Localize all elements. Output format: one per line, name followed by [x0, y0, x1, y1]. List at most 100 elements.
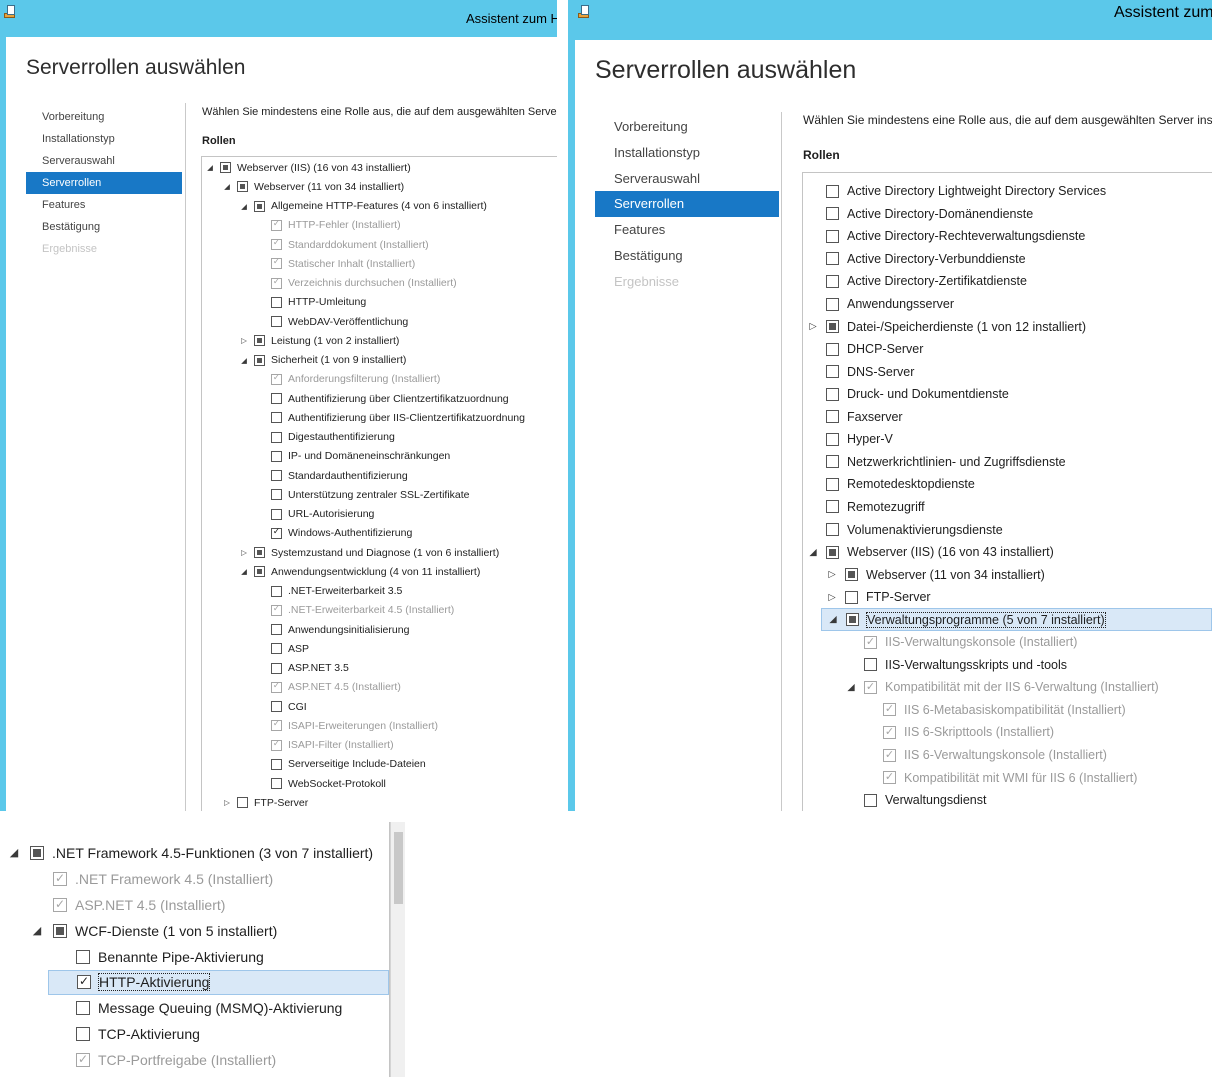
- tree-item-webserver-11-von-34-installiert[interactable]: ◢ Webserver (11 von 34 installiert): [221, 177, 404, 196]
- checkbox[interactable]: [826, 500, 839, 514]
- partial-checkbox-icon[interactable]: [254, 547, 265, 559]
- expanded-arrow-icon[interactable]: ◢: [29, 924, 45, 937]
- tree-item-kompatibilit-t-mit-wmi-f-r-iis-6-install[interactable]: Kompatibilität mit WMI für IIS 6 (Instal…: [863, 766, 1137, 789]
- checkbox[interactable]: [826, 365, 839, 379]
- collapsed-arrow-icon[interactable]: ▷: [221, 798, 233, 807]
- nav-item-serverrollen[interactable]: Serverrollen: [595, 191, 779, 217]
- checkbox[interactable]: [826, 432, 839, 446]
- tree-item-net-framework-4-5-installiert[interactable]: .NET Framework 4.5 (Installiert): [29, 866, 273, 892]
- tree-item-datei-speicherdienste-1-von-12-installie[interactable]: ▷ Datei-/Speicherdienste (1 von 12 instal…: [806, 315, 1086, 338]
- tree-item-dns-server[interactable]: DNS-Server: [806, 360, 914, 383]
- tree-item-anwendungsentwicklung-4-von-11-installie[interactable]: ◢ Anwendungsentwicklung (4 von 11 install…: [238, 562, 480, 581]
- tree-item-active-directory-zertifikatdienste[interactable]: Active Directory-Zertifikatdienste: [806, 270, 1027, 293]
- nav-item-features[interactable]: Features: [595, 217, 779, 243]
- tree-item-ftp-server[interactable]: ▷ FTP-Server: [825, 586, 930, 609]
- tree-item-windows-authentifizierung[interactable]: Windows-Authentifizierung: [255, 524, 412, 543]
- tree-item-digestauthentifizierung[interactable]: Digestauthentifizierung: [255, 428, 395, 447]
- tree-item-statischer-inhalt-installiert[interactable]: Statischer Inhalt (Installiert): [255, 254, 415, 273]
- expanded-arrow-icon[interactable]: ◢: [221, 182, 233, 191]
- tree-item-active-directory-rechteverwaltungsdienst[interactable]: Active Directory-Rechteverwaltungsdienst…: [806, 225, 1085, 248]
- checkbox[interactable]: [271, 450, 282, 462]
- tree-item-netzwerkrichtlinien-und-zugriffsdienste[interactable]: Netzwerkrichtlinien- und Zugriffsdienste: [806, 451, 1066, 474]
- tree-item-asp-net-3-5[interactable]: ASP.NET 3.5: [255, 659, 349, 678]
- checkbox[interactable]: [826, 342, 839, 356]
- checkbox[interactable]: [826, 297, 839, 311]
- nav-item-features[interactable]: Features: [26, 194, 182, 216]
- tree-item-webdav-ver-ffentlichung[interactable]: WebDAV-Veröffentlichung: [255, 312, 408, 331]
- tree-item-webserver-iis-16-von-43-installiert[interactable]: ◢ Webserver (IIS) (16 von 43 installiert): [806, 541, 1053, 564]
- partial-checkbox-icon[interactable]: [220, 162, 231, 174]
- tree-item-isapi-erweiterungen-installiert[interactable]: ISAPI-Erweiterungen (Installiert): [255, 716, 438, 735]
- partial-checkbox-icon[interactable]: [254, 354, 265, 366]
- tree-item-authentifizierung-ber-clientzertifikatzu[interactable]: Authentifizierung über Clientzertifikatz…: [255, 389, 509, 408]
- checkbox[interactable]: [271, 643, 282, 655]
- tree-item-remotezugriff[interactable]: Remotezugriff: [806, 496, 925, 519]
- tree-item-http-fehler-installiert[interactable]: HTTP-Fehler (Installiert): [255, 216, 401, 235]
- tree-item-http-umleitung[interactable]: HTTP-Umleitung: [255, 293, 366, 312]
- checkbox[interactable]: [271, 489, 282, 501]
- expanded-arrow-icon[interactable]: ◢: [806, 547, 820, 558]
- nav-item-serverauswahl[interactable]: Serverauswahl: [26, 150, 182, 172]
- tree-item-kompatibilit-t-mit-der-iis-6-verwaltung-[interactable]: ◢ Kompatibilität mit der IIS 6-Verwaltung…: [844, 676, 1158, 699]
- partial-checkbox-icon[interactable]: [53, 923, 67, 938]
- tree-item-serverseitige-include-dateien[interactable]: Serverseitige Include-Dateien: [255, 755, 426, 774]
- checkbox[interactable]: [76, 949, 90, 964]
- checkbox[interactable]: [76, 1001, 90, 1016]
- tree-item-dhcp-server[interactable]: DHCP-Server: [806, 338, 923, 361]
- tree-item-active-directory-dom-nendienste[interactable]: Active Directory-Domänendienste: [806, 203, 1033, 226]
- checkbox[interactable]: [826, 410, 839, 424]
- partial-checkbox-icon[interactable]: [826, 320, 839, 334]
- partial-checkbox-icon[interactable]: [254, 335, 265, 347]
- tree-item-hyper-v[interactable]: Hyper-V: [806, 428, 893, 451]
- nav-item-bestaetigung[interactable]: Bestätigung: [26, 216, 182, 238]
- checkbox[interactable]: [76, 1027, 90, 1042]
- tree-item-remotedesktopdienste[interactable]: Remotedesktopdienste: [806, 473, 975, 496]
- tree-item-standardauthentifizierung[interactable]: Standardauthentifizierung: [255, 466, 408, 485]
- checkbox[interactable]: [271, 778, 282, 790]
- tree-item-anforderungsfilterung-installiert[interactable]: Anforderungsfilterung (Installiert): [255, 370, 440, 389]
- tree-item-asp-net-4-5-installiert[interactable]: ASP.NET 4.5 (Installiert): [29, 892, 225, 918]
- tree-item-webserver-iis-16-von-43-installiert[interactable]: ◢ Webserver (IIS) (16 von 43 installiert): [204, 158, 411, 177]
- checkbox[interactable]: [826, 477, 839, 491]
- tree-item-iis-verwaltungskonsole-installiert[interactable]: IIS-Verwaltungskonsole (Installiert): [844, 631, 1077, 654]
- collapsed-arrow-icon[interactable]: ▷: [825, 592, 839, 603]
- checkbox[interactable]: [826, 229, 839, 243]
- tree-item-http-aktivierung[interactable]: HTTP-Aktivierung: [48, 969, 389, 996]
- checkbox[interactable]: [271, 470, 282, 482]
- checkbox[interactable]: [826, 274, 839, 288]
- tree-item-wcf-dienste-1-von-5-installiert[interactable]: ◢ WCF-Dienste (1 von 5 installiert): [29, 918, 278, 944]
- partial-checkbox-icon[interactable]: [237, 181, 248, 193]
- tree-item-net-erweiterbarkeit-4-5-installiert[interactable]: .NET-Erweiterbarkeit 4.5 (Installiert): [255, 601, 454, 620]
- tree-item-verzeichnis-durchsuchen-installiert[interactable]: Verzeichnis durchsuchen (Installiert): [255, 274, 457, 293]
- checkbox[interactable]: [271, 662, 282, 674]
- tree-item-iis-6-metabasiskompatibilit-t-installier[interactable]: IIS 6-Metabasiskompatibilität (Installie…: [863, 699, 1126, 722]
- checkbox[interactable]: [271, 431, 282, 443]
- checkbox[interactable]: [271, 296, 282, 308]
- tree-item-net-framework-4-5-funktionen-3-von-7-ins[interactable]: ◢ .NET Framework 4.5-Funktionen (3 von 7 …: [6, 840, 373, 866]
- features-scrollbar[interactable]: [390, 822, 405, 1077]
- partial-checkbox-icon[interactable]: [846, 613, 859, 627]
- checkbox[interactable]: [271, 412, 282, 424]
- nav-item-vorbereitung[interactable]: Vorbereitung: [595, 114, 779, 140]
- tree-item-active-directory-verbunddienste[interactable]: Active Directory-Verbunddienste: [806, 248, 1026, 271]
- tree-item-active-directory-lightweight-directory-s[interactable]: Active Directory Lightweight Directory S…: [806, 180, 1106, 203]
- tree-item-druck-und-dokumentdienste[interactable]: Druck- und Dokumentdienste: [806, 383, 1009, 406]
- tree-item-message-queuing-msmq-aktivierung[interactable]: Message Queuing (MSMQ)-Aktivierung: [52, 995, 342, 1021]
- tree-item-asp-net-4-5-installiert[interactable]: ASP.NET 4.5 (Installiert): [255, 678, 401, 697]
- tree-item-cgi[interactable]: CGI: [255, 697, 307, 716]
- tree-item-authentifizierung-ber-iis-clientzertifik[interactable]: Authentifizierung über IIS-Clientzertifi…: [255, 408, 525, 427]
- tree-item-sicherheit-1-von-9-installiert[interactable]: ◢ Sicherheit (1 von 9 installiert): [238, 351, 406, 370]
- partial-checkbox-icon[interactable]: [254, 566, 265, 578]
- tree-item-verwaltungsprogramme-5-von-7-installiert[interactable]: ◢ Verwaltungsprogramme (5 von 7 installie…: [821, 608, 1212, 631]
- collapsed-arrow-icon[interactable]: ▷: [238, 548, 250, 557]
- checkbox[interactable]: [826, 207, 839, 221]
- tree-item-leistung-1-von-2-installiert[interactable]: ▷ Leistung (1 von 2 installiert): [238, 331, 399, 350]
- expanded-arrow-icon[interactable]: ◢: [238, 356, 250, 365]
- collapsed-arrow-icon[interactable]: ▷: [825, 569, 839, 580]
- tree-item-anwendungsserver[interactable]: Anwendungsserver: [806, 293, 954, 316]
- tree-item-ftp-server[interactable]: ▷ FTP-Server: [221, 793, 308, 811]
- tree-item-iis-6-verwaltungskonsole-installiert[interactable]: IIS 6-Verwaltungskonsole (Installiert): [863, 744, 1107, 767]
- tree-item-url-autorisierung[interactable]: URL-Autorisierung: [255, 505, 374, 524]
- checkbox[interactable]: [826, 455, 839, 469]
- partial-checkbox-icon[interactable]: [254, 200, 265, 212]
